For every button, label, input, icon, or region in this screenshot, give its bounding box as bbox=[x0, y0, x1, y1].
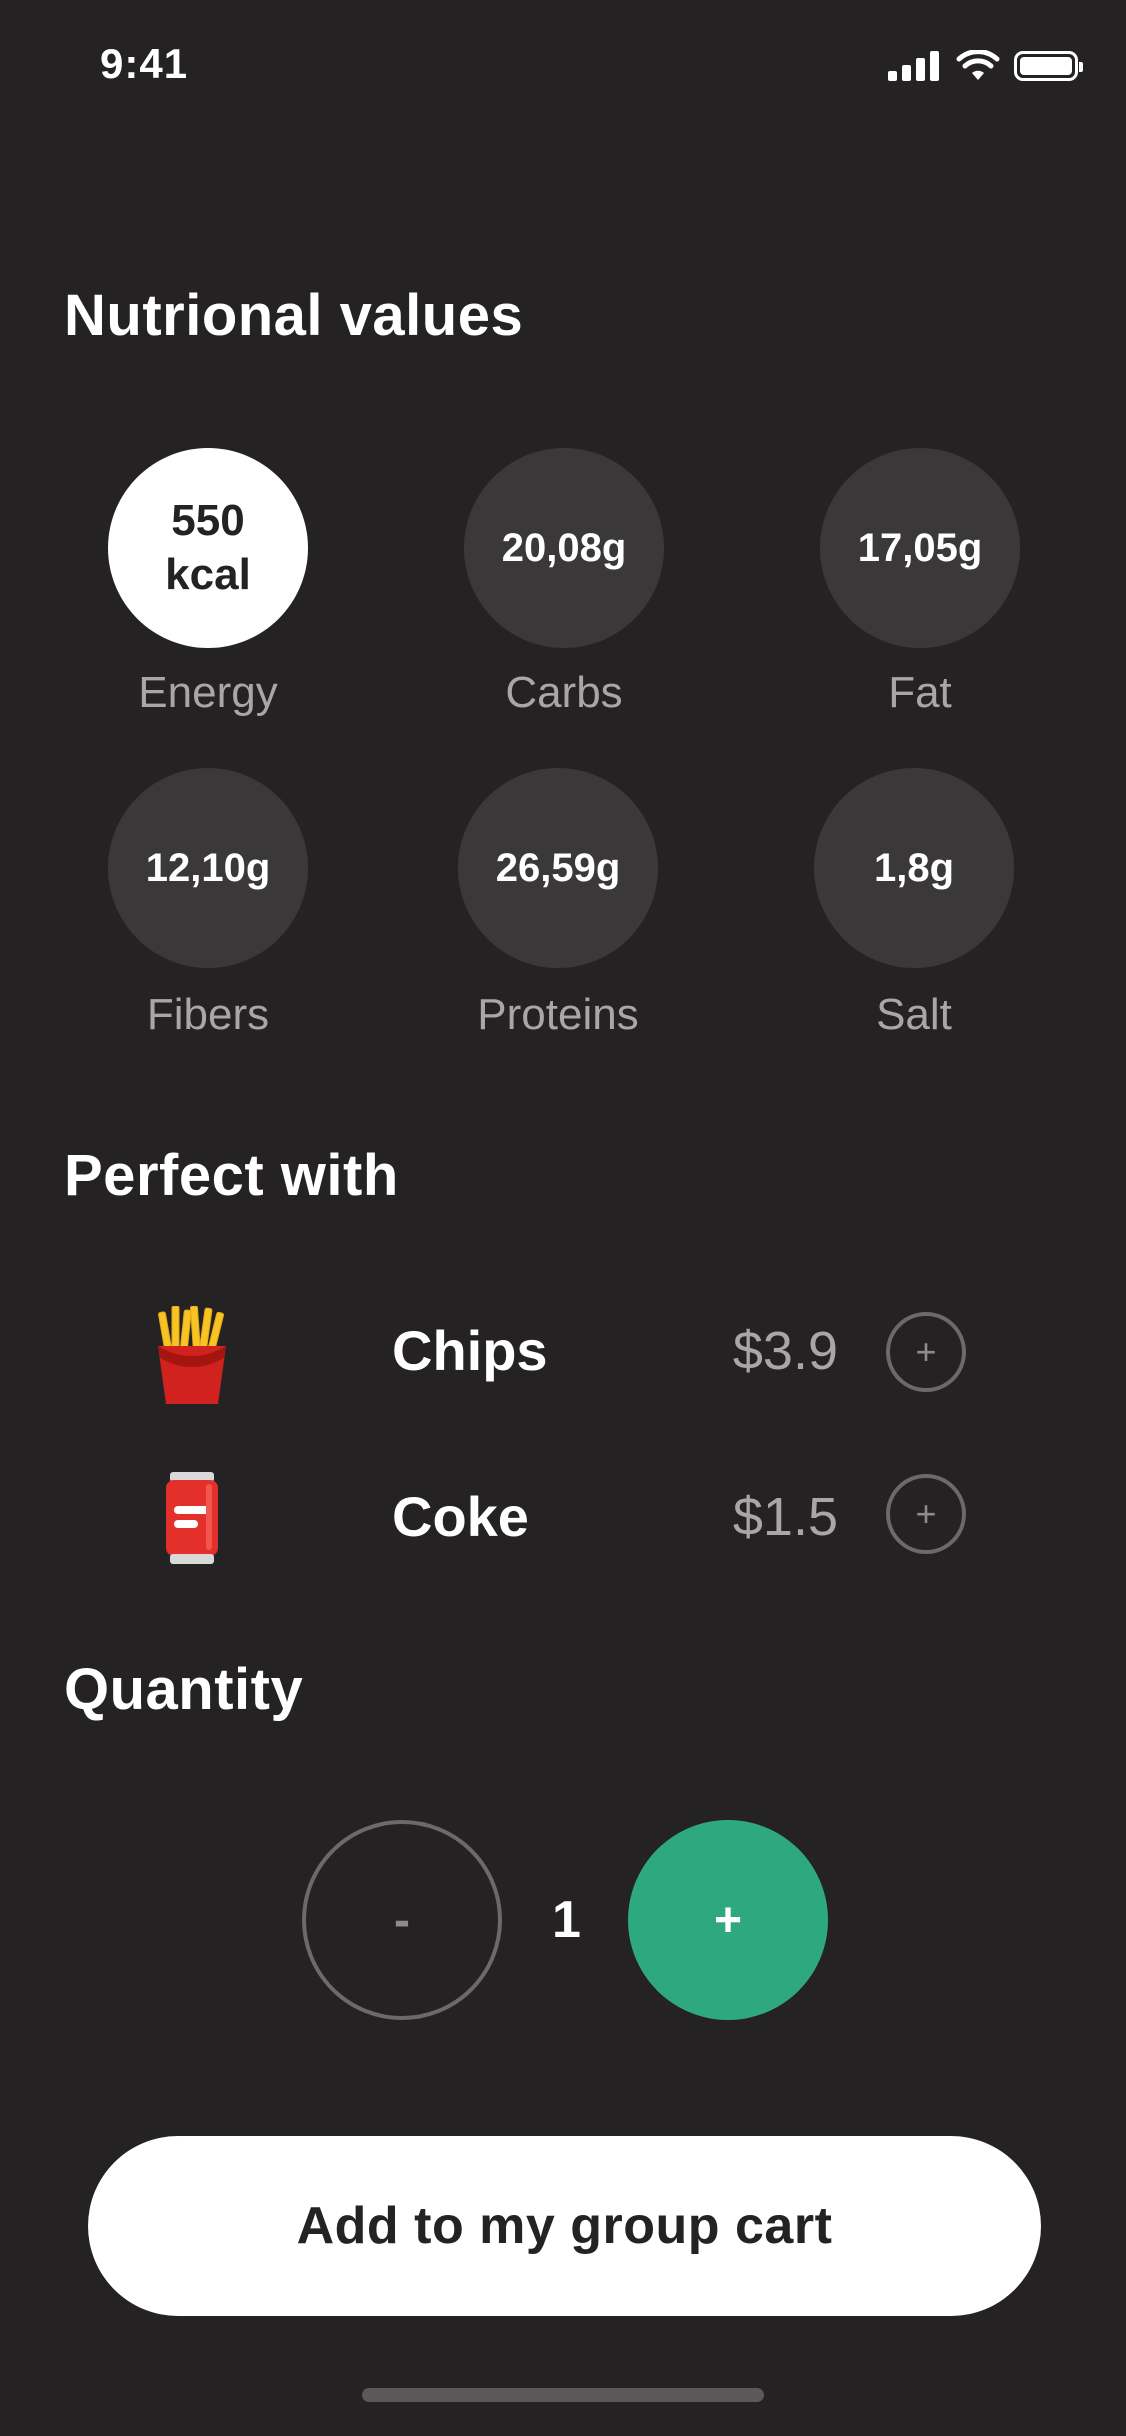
proteins-label: Proteins bbox=[477, 990, 639, 1039]
wifi-icon bbox=[956, 50, 1000, 80]
salt-value: 1,8g bbox=[873, 845, 955, 890]
coke-price: $1.5 bbox=[732, 1487, 838, 1547]
quantity-value: 1 bbox=[552, 1891, 581, 1949]
coke-name: Coke bbox=[392, 1485, 529, 1548]
status-time: 9:41 bbox=[100, 40, 189, 87]
fibers-value: 12,10g bbox=[145, 845, 271, 890]
energy-label: Energy bbox=[138, 668, 278, 717]
fat-label: Fat bbox=[888, 668, 952, 717]
status-icons bbox=[888, 50, 1083, 82]
chips-price: $3.9 bbox=[732, 1321, 838, 1381]
plus-icon: + bbox=[713, 1893, 743, 1947]
minus-icon: - bbox=[394, 1893, 410, 1947]
carbs-circle: 20,08g bbox=[464, 448, 664, 648]
plus-icon: + bbox=[915, 1331, 937, 1372]
plus-icon: + bbox=[915, 1493, 937, 1534]
energy-unit: kcal bbox=[165, 550, 251, 599]
proteins-value: 26,59g bbox=[495, 845, 621, 890]
soda-can-icon bbox=[166, 1472, 218, 1564]
carbs-label: Carbs bbox=[505, 668, 623, 717]
home-indicator[interactable] bbox=[362, 2388, 764, 2402]
add-to-group-cart-button[interactable]: Add to my group cart bbox=[88, 2136, 1041, 2316]
quantity-increase-button[interactable]: + bbox=[628, 1820, 828, 2020]
salt-circle: 1,8g bbox=[814, 768, 1014, 968]
fibers-circle: 12,10g bbox=[108, 768, 308, 968]
proteins-circle: 26,59g bbox=[458, 768, 658, 968]
nutrition-title: Nutrional values bbox=[64, 283, 524, 348]
fat-circle: 17,05g bbox=[820, 448, 1020, 648]
energy-value: 550 bbox=[171, 496, 245, 545]
quantity-decrease-button[interactable]: - bbox=[302, 1820, 502, 2020]
add-coke-button[interactable]: + bbox=[886, 1474, 966, 1554]
energy-circle: 550 kcal bbox=[108, 448, 308, 648]
fat-value: 17,05g bbox=[857, 525, 983, 570]
fries-icon bbox=[158, 1306, 226, 1404]
salt-label: Salt bbox=[876, 990, 952, 1039]
battery-icon bbox=[1014, 51, 1083, 81]
perfect-with-title: Perfect with bbox=[64, 1143, 399, 1208]
signal-icon bbox=[888, 51, 939, 81]
add-chips-button[interactable]: + bbox=[886, 1312, 966, 1392]
chips-name: Chips bbox=[392, 1319, 548, 1382]
quantity-title: Quantity bbox=[64, 1657, 304, 1722]
fibers-label: Fibers bbox=[146, 990, 270, 1039]
carbs-value: 20,08g bbox=[501, 525, 627, 570]
